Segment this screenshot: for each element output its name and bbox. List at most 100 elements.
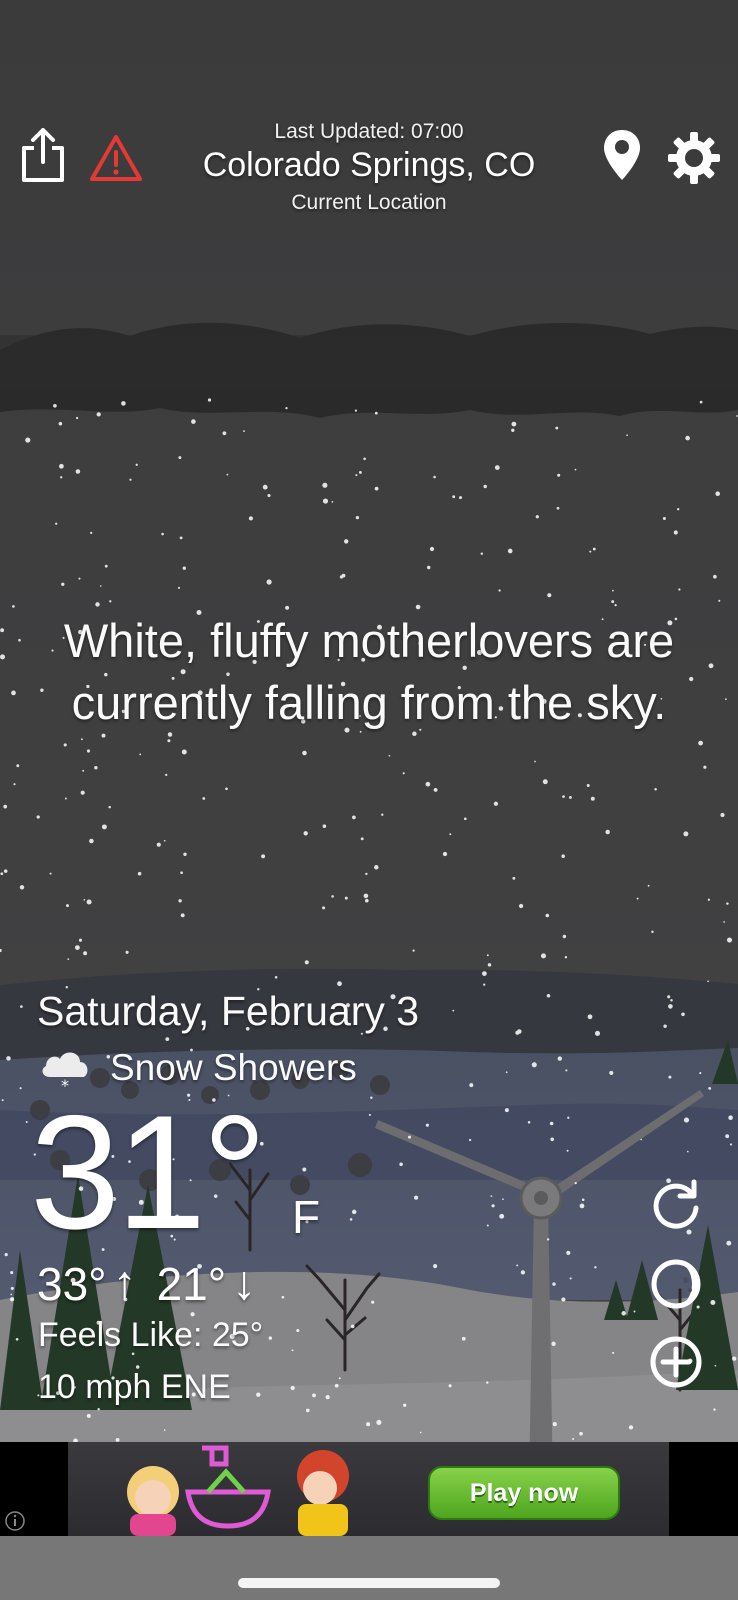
snowflake [458, 496, 463, 500]
snowflake [487, 963, 492, 967]
snowflake [370, 1096, 373, 1099]
snowflake [579, 1431, 583, 1436]
snowflake [534, 760, 536, 763]
snowflake [256, 1392, 261, 1397]
snowflake [67, 958, 70, 960]
snowflake [667, 995, 671, 999]
snowflake [183, 852, 187, 857]
snowflake [325, 1395, 330, 1400]
snowflake [461, 1336, 466, 1341]
snowflake [566, 1149, 569, 1152]
snowflake [376, 1419, 382, 1425]
snowflake [707, 898, 711, 901]
snowflake [425, 781, 431, 787]
snowflake [483, 983, 486, 986]
snowflake [296, 1328, 300, 1333]
snowflake [350, 1324, 355, 1329]
snowflake [129, 478, 132, 481]
snowflake [498, 589, 501, 592]
snowflake [540, 953, 547, 959]
snowflake [366, 1422, 371, 1427]
snowflake [89, 838, 94, 844]
snowflake [681, 1012, 685, 1017]
snowflake [156, 842, 161, 847]
snowflake [352, 815, 356, 820]
snowflake [341, 573, 346, 578]
snowflake [180, 913, 185, 918]
snowflake [427, 565, 431, 570]
snowflake [55, 522, 58, 525]
snowflake [670, 999, 673, 1002]
snowflake [412, 949, 415, 952]
snowflake [612, 589, 614, 592]
location-button[interactable] [592, 126, 652, 186]
snowflake [10, 1271, 14, 1275]
current-temperature[interactable]: 31° [30, 1092, 267, 1254]
snowflake [535, 515, 539, 519]
ad-banner[interactable]: Play now [68, 1442, 669, 1536]
snowflake [698, 740, 703, 746]
ad-info-button[interactable] [4, 1510, 26, 1532]
snowflake [433, 475, 436, 479]
snowflake [699, 1072, 702, 1075]
snowflake [388, 754, 391, 757]
gear-icon [668, 132, 720, 184]
snowflake [628, 1425, 634, 1430]
snowflake [20, 1005, 23, 1008]
moon-icon [651, 1259, 701, 1309]
moon-phase-button[interactable] [648, 1256, 704, 1312]
snowflake [414, 1195, 419, 1200]
snowflake [633, 1310, 636, 1313]
snowflake [732, 1356, 737, 1361]
snowflake [592, 547, 596, 551]
weather-message: White, fluffy motherlovers are currently… [20, 610, 718, 734]
snowflake [337, 981, 342, 987]
snowflake [463, 817, 467, 821]
snowflake [12, 605, 15, 608]
snowflake [63, 743, 67, 747]
snowflake [83, 951, 88, 956]
snowflake [19, 885, 25, 890]
snowflake [494, 465, 500, 470]
snowflake [483, 484, 487, 489]
snowflake [726, 902, 729, 905]
snowflake [452, 495, 456, 499]
snowflake [179, 536, 183, 540]
snowflake [729, 1143, 733, 1146]
snowflake [101, 824, 107, 830]
snowflake [605, 829, 610, 835]
snowflake [374, 411, 378, 415]
snowflake [557, 473, 561, 477]
info-icon [5, 1511, 25, 1531]
snowflake [504, 1108, 509, 1113]
snowflake [3, 869, 8, 873]
snowflake [531, 1062, 537, 1068]
snowflake [589, 550, 592, 553]
snowflake [493, 801, 499, 806]
add-location-button[interactable] [648, 1334, 704, 1390]
snowflake [80, 738, 83, 741]
snowflake [9, 1297, 15, 1302]
snowflake [715, 491, 720, 496]
play-now-button[interactable]: Play now [428, 1466, 620, 1520]
refresh-button[interactable] [648, 1178, 704, 1234]
home-indicator[interactable] [238, 1578, 500, 1588]
snowflake [365, 898, 369, 903]
snowflake [60, 476, 63, 479]
snowflake [703, 765, 707, 769]
snowflake [139, 753, 142, 756]
snowflake [542, 779, 548, 785]
snowflake [61, 582, 65, 586]
snowflake [365, 872, 368, 876]
snowflake [267, 493, 271, 498]
snowflake [371, 1300, 375, 1304]
settings-button[interactable] [664, 128, 724, 188]
snowflake [3, 804, 8, 809]
snowflake [261, 854, 266, 859]
snowflake [677, 508, 680, 511]
snowflake [552, 1422, 557, 1427]
snowflake [651, 930, 654, 934]
snowflake [225, 787, 228, 791]
high-low-row: 33° ↑ 21° ↓ [37, 1256, 262, 1311]
snowflake [135, 463, 138, 466]
